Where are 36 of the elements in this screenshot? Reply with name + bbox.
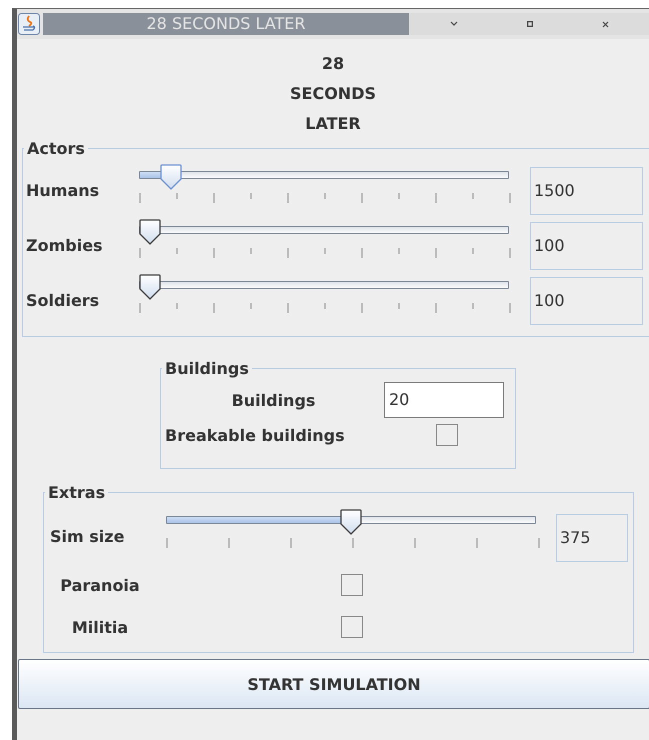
maximize-icon[interactable] [526, 21, 532, 27]
slider-label: Zombies [25, 236, 104, 255]
close-icon[interactable] [602, 20, 608, 28]
slider-thumb[interactable] [160, 164, 182, 190]
value-field: 100 [530, 222, 643, 270]
slider[interactable] [166, 509, 536, 536]
slider[interactable] [139, 218, 509, 246]
checkbox[interactable] [341, 574, 363, 596]
minimize-icon[interactable] [450, 21, 458, 27]
checkbox[interactable] [341, 616, 363, 638]
checkbox-label: Militia [70, 618, 130, 636]
buildings-field[interactable]: 20 [384, 382, 504, 418]
checkbox-label: Paranoia [59, 576, 141, 594]
slider-label: Sim size [49, 526, 126, 546]
group-title: Extras [47, 483, 106, 502]
slider-label: Soldiers [25, 291, 100, 310]
heading-text: 28 [322, 53, 344, 75]
group-title: Actors [26, 139, 86, 158]
checkbox-label: Breakable buildings [164, 426, 346, 444]
checkbox[interactable] [436, 424, 458, 446]
window-title: 28 SECONDS LATER [43, 13, 409, 35]
value-field: 1500 [530, 166, 643, 214]
slider-thumb[interactable] [340, 509, 362, 535]
slider-thumb[interactable] [139, 274, 161, 300]
value-field: 375 [556, 514, 628, 562]
slider-thumb[interactable] [139, 218, 161, 244]
start-simulation-button[interactable]: START SIMULATION [18, 659, 649, 709]
group-title: Buildings [164, 359, 250, 378]
slider-label: Humans [25, 181, 100, 200]
slider[interactable] [139, 164, 509, 190]
field-label: Buildings [232, 390, 316, 410]
value-field: 100 [530, 276, 643, 324]
heading-text: LATER [305, 113, 361, 135]
slider[interactable] [139, 274, 509, 300]
app-icon[interactable] [18, 13, 40, 35]
heading-text: SECONDS [290, 83, 376, 105]
